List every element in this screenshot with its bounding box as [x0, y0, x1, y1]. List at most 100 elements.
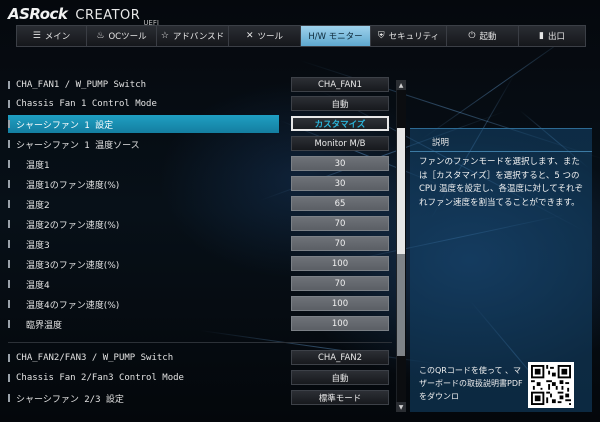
qr-caption: このQRコードを使って 、マザーボードの取扱説明書PDFをダウンロ [419, 366, 523, 401]
main-nav: ☰ メイン ♨ OCツール ☆ アドバンスド ✕ ツール H/W モニター ⛨ … [16, 25, 586, 47]
row-marker [8, 354, 10, 362]
scroll-up-icon[interactable]: ▲ [396, 80, 406, 90]
setting-label: 温度4 [26, 280, 50, 291]
setting-value[interactable]: 100 [291, 296, 389, 311]
setting-row-cha-fan1-switch[interactable]: CHA_FAN1 / W_PUMP Switch CHA_FAN1 [8, 76, 392, 94]
setting-row-fan23-setting[interactable]: シャーシファン 2/3 設定 標準モード [8, 389, 392, 407]
setting-label: 臨界温度 [26, 320, 63, 331]
row-marker [8, 160, 10, 168]
tab-boot[interactable]: ⏻ 起動 [447, 26, 519, 46]
setting-value[interactable]: 30 [291, 156, 389, 171]
row-marker [8, 81, 10, 89]
tab-label: OCツール [108, 32, 147, 42]
tab-label: ツール [257, 32, 284, 42]
tab-security[interactable]: ⛨ セキュリティ [371, 26, 447, 46]
setting-value[interactable]: 30 [291, 176, 389, 191]
brand-product: CREATOR [75, 8, 141, 23]
setting-row-temp1-fan-speed[interactable]: 温度1のファン速度(%) 30 [8, 175, 392, 193]
setting-row-temp1[interactable]: 温度1 30 [8, 155, 392, 173]
description-text: ファンのファンモードを選択します、または［カスタマイズ］を選択すると、5 つの … [419, 157, 583, 208]
setting-value[interactable]: CHA_FAN2 [291, 350, 389, 365]
setting-label: 温度2 [26, 200, 50, 211]
setting-value[interactable]: CHA_FAN1 [291, 77, 389, 92]
power-icon: ⏻ [468, 31, 476, 41]
tab-label: 起動 [479, 32, 497, 42]
setting-value[interactable]: カスタマイズ [291, 116, 389, 131]
setting-row-critical-temp[interactable]: 臨界温度 100 [8, 315, 392, 333]
shield-icon: ⛨ [377, 31, 385, 41]
tab-label: メイン [44, 32, 71, 42]
setting-label: Chassis Fan 1 Control Mode [16, 99, 157, 109]
tab-main[interactable]: ☰ メイン [17, 26, 87, 46]
row-marker [8, 120, 10, 128]
setting-row-temp4-fan-speed[interactable]: 温度4のファン速度(%) 100 [8, 295, 392, 313]
tab-oc-tools[interactable]: ♨ OCツール [87, 26, 157, 46]
row-marker [8, 260, 10, 268]
scrollbar-thumb[interactable] [397, 128, 405, 254]
tab-hw-monitor[interactable]: H/W モニター [301, 26, 371, 46]
tab-advanced[interactable]: ☆ アドバンスド [157, 26, 229, 46]
scroll-down-icon[interactable]: ▼ [396, 402, 406, 412]
tab-label: H/W モニター [308, 32, 363, 42]
brand-logo: ASRock CREATOR UEFI [8, 5, 159, 27]
setting-row-temp3[interactable]: 温度3 70 [8, 235, 392, 253]
row-marker [8, 240, 10, 248]
setting-label: 温度2のファン速度(%) [26, 220, 120, 231]
setting-value[interactable]: 標準モード [291, 390, 389, 405]
setting-row-temp3-fan-speed[interactable]: 温度3のファン速度(%) 100 [8, 255, 392, 273]
setting-value[interactable]: 自動 [291, 370, 389, 385]
setting-value[interactable]: 自動 [291, 96, 389, 111]
row-marker [8, 320, 10, 328]
tools-icon: ✕ [245, 31, 254, 41]
tab-label: セキュリティ [388, 32, 440, 42]
row-marker [8, 140, 10, 148]
row-marker [8, 394, 10, 402]
setting-value[interactable]: 70 [291, 236, 389, 251]
row-marker [8, 220, 10, 228]
setting-label: 温度3のファン速度(%) [26, 260, 120, 271]
setting-row-temp4[interactable]: 温度4 70 [8, 275, 392, 293]
setting-label: シャーシファン 2/3 設定 [16, 394, 124, 405]
setting-row-cha-fan2-switch[interactable]: CHA_FAN2/FAN3 / W_PUMP Switch CHA_FAN2 [8, 349, 392, 367]
setting-label: CHA_FAN1 / W_PUMP Switch [16, 80, 147, 90]
row-marker [8, 300, 10, 308]
qr-code-icon [528, 362, 574, 408]
row-marker [8, 100, 10, 108]
setting-row-fan1-temp-source[interactable]: シャーシファン 1 温度ソース Monitor M/B [8, 135, 392, 153]
tab-label: 出口 [547, 32, 565, 42]
setting-value[interactable]: 65 [291, 196, 389, 211]
setting-value[interactable]: Monitor M/B [291, 136, 389, 151]
setting-label: シャーシファン 1 温度ソース [16, 140, 140, 151]
qr-code-graphic [531, 365, 571, 405]
setting-value[interactable]: 70 [291, 216, 389, 231]
setting-label: 温度1 [26, 160, 50, 171]
setting-label: Chassis Fan 2/Fan3 Control Mode [16, 373, 184, 383]
exit-icon: ▮ [539, 31, 544, 41]
setting-row-temp2-fan-speed[interactable]: 温度2のファン速度(%) 70 [8, 215, 392, 233]
setting-value[interactable]: 70 [291, 276, 389, 291]
description-title: 説明 [432, 138, 450, 148]
setting-row-temp2[interactable]: 温度2 65 [8, 195, 392, 213]
setting-label: CHA_FAN2/FAN3 / W_PUMP Switch [16, 353, 174, 363]
scrollbar-thumb-lower [397, 254, 405, 356]
row-marker [8, 200, 10, 208]
setting-row-fan1-setting[interactable]: シャーシファン 1 設定 カスタマイズ [8, 115, 392, 133]
star-icon: ☆ [160, 31, 169, 41]
section-divider [8, 342, 392, 343]
list-icon: ☰ [32, 31, 41, 41]
setting-value[interactable]: 100 [291, 256, 389, 271]
row-marker [8, 374, 10, 382]
setting-row-fan1-control-mode[interactable]: Chassis Fan 1 Control Mode 自動 [8, 95, 392, 113]
setting-label: 温度3 [26, 240, 50, 251]
description-divider [410, 151, 592, 152]
flame-icon: ♨ [96, 31, 105, 41]
setting-label: 温度4のファン速度(%) [26, 300, 120, 311]
tab-exit[interactable]: ▮ 出口 [519, 26, 585, 46]
brand-name: ASRock [8, 5, 68, 23]
setting-row-fan23-control-mode[interactable]: Chassis Fan 2/Fan3 Control Mode 自動 [8, 369, 392, 387]
setting-label: 温度1のファン速度(%) [26, 180, 120, 191]
tab-label: アドバンスド [172, 32, 225, 42]
row-marker [8, 180, 10, 188]
setting-value[interactable]: 100 [291, 316, 389, 331]
tab-tools[interactable]: ✕ ツール [229, 26, 301, 46]
